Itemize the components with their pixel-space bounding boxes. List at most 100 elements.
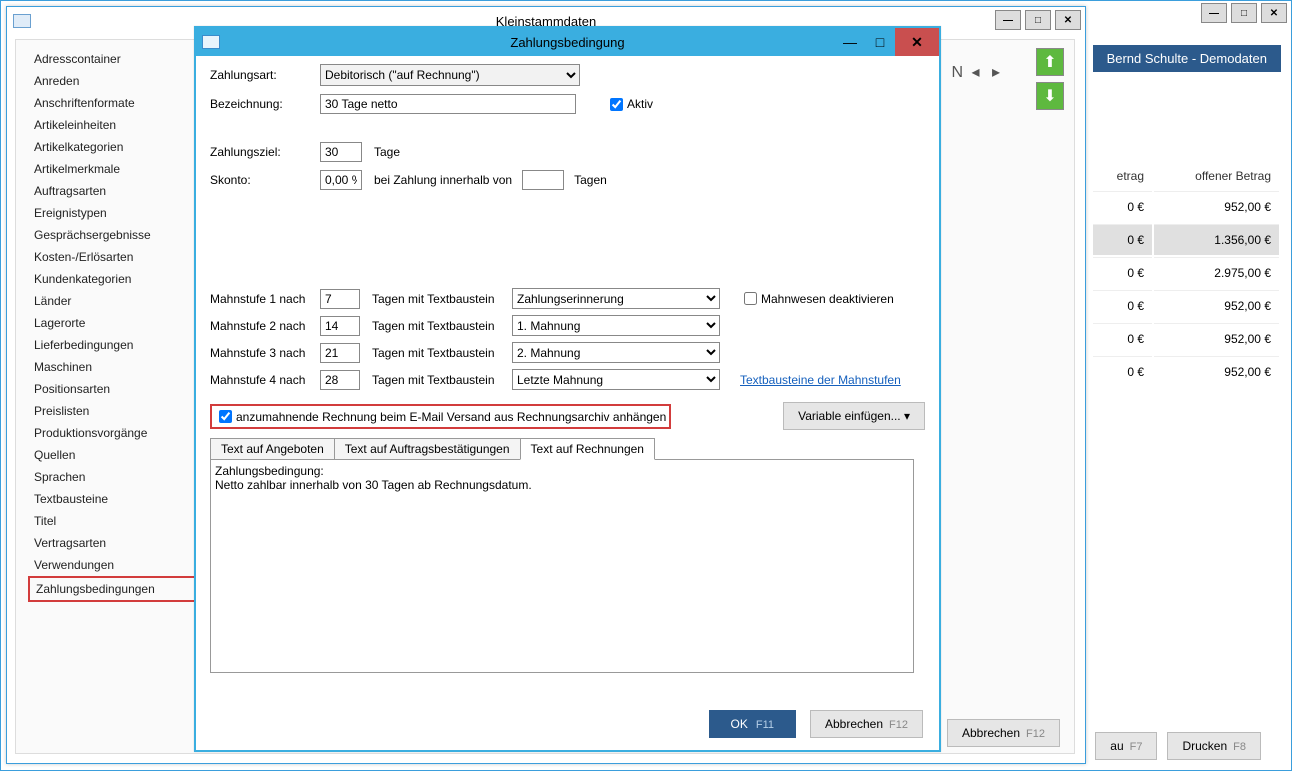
reorder-buttons: ⬆ ⬇ xyxy=(1036,48,1064,110)
textbausteine-link[interactable]: Textbausteine der Mahnstufen xyxy=(740,373,901,387)
print-button[interactable]: DruckenF8 xyxy=(1167,732,1261,760)
sidebar-item[interactable]: Anschriftenformate xyxy=(28,92,198,114)
table-row[interactable]: 0 €952,00 € xyxy=(1093,356,1279,387)
sidebar-item[interactable]: Produktionsvorgänge xyxy=(28,422,198,444)
sidebar-item[interactable]: Positionsarten xyxy=(28,378,198,400)
zahlungsart-select[interactable]: Debitorisch ("auf Rechnung") xyxy=(320,64,580,86)
table-row[interactable]: 0 €1.356,00 € xyxy=(1093,224,1279,255)
chevron-down-icon: ▾ xyxy=(904,409,910,423)
mahnstufe-days-input[interactable] xyxy=(320,316,360,336)
minimize-button[interactable]: — xyxy=(1201,3,1227,23)
maximize-button[interactable]: □ xyxy=(1231,3,1257,23)
nav-next-icon[interactable]: ▸ xyxy=(992,64,1000,81)
sidebar-item[interactable]: Auftragsarten xyxy=(28,180,198,202)
mahnstufe-days-input[interactable] xyxy=(320,343,360,363)
textbaustein-select[interactable]: Letzte Mahnung xyxy=(512,369,720,390)
sidebar-item[interactable]: Quellen xyxy=(28,444,198,466)
mahnstufe-label: Mahnstufe 3 nach xyxy=(210,346,320,360)
sidebar-item[interactable]: Adresscontainer xyxy=(28,48,198,70)
sidebar-item[interactable]: Preislisten xyxy=(28,400,198,422)
mahnstufe-label: Mahnstufe 4 nach xyxy=(210,373,320,387)
kl-minimize-button[interactable]: — xyxy=(995,10,1021,30)
sidebar-item[interactable]: Artikelkategorien xyxy=(28,136,198,158)
kl-maximize-button[interactable]: □ xyxy=(1025,10,1051,30)
tagen-mit-label: Tagen mit Textbaustein xyxy=(372,319,512,333)
cell-offener: 952,00 € xyxy=(1154,356,1279,387)
cell-etrag: 0 € xyxy=(1093,257,1152,288)
mahnstufe-row: Mahnstufe 1 nach Tagen mit TextbausteinZa… xyxy=(210,288,925,309)
record-nav: N ◂ ▸ xyxy=(951,62,1004,82)
skonto-days-input[interactable] xyxy=(522,170,564,190)
category-sidebar: AdresscontainerAnredenAnschriftenformate… xyxy=(28,48,198,602)
sidebar-item[interactable]: Kosten-/Erlösarten xyxy=(28,246,198,268)
n-indicator: N xyxy=(951,64,963,81)
textbaustein-select[interactable]: 2. Mahnung xyxy=(512,342,720,363)
bezeichnung-input[interactable] xyxy=(320,94,576,114)
zahlungsziel-input[interactable] xyxy=(320,142,362,162)
tagen-mit-label: Tagen mit Textbaustein xyxy=(372,292,512,306)
mahnstufe-label: Mahnstufe 1 nach xyxy=(210,292,320,306)
anhang-checkbox[interactable] xyxy=(219,410,232,423)
move-up-button[interactable]: ⬆ xyxy=(1036,48,1064,76)
customer-header: Bernd Schulte - Demodaten xyxy=(1093,45,1281,72)
textbaustein-select[interactable]: 1. Mahnung xyxy=(512,315,720,336)
back-footer-buttons: auF7 DruckenF8 xyxy=(1095,732,1261,760)
mahnstufe-row: Mahnstufe 3 nachTagen mit Textbaustein2.… xyxy=(210,342,925,363)
dlg-maximize-button[interactable]: □ xyxy=(865,28,895,56)
dialog-title: Zahlungsbedingung xyxy=(510,35,624,50)
sidebar-item[interactable]: Textbausteine xyxy=(28,488,198,510)
sidebar-item[interactable]: Ereignistypen xyxy=(28,202,198,224)
table-row[interactable]: 0 €952,00 € xyxy=(1093,191,1279,222)
cancel-button[interactable]: AbbrechenF12 xyxy=(810,710,923,738)
mahnwesen-deaktivieren-checkbox[interactable] xyxy=(744,292,757,305)
sidebar-item[interactable]: Verwendungen xyxy=(28,554,198,576)
table-row[interactable]: 0 €952,00 € xyxy=(1093,290,1279,321)
table-row[interactable]: 0 €2.975,00 € xyxy=(1093,257,1279,288)
invoice-table: etrag offener Betrag 0 €952,00 €0 €1.356… xyxy=(1091,161,1281,389)
table-row[interactable]: 0 €952,00 € xyxy=(1093,323,1279,354)
nav-prev-icon[interactable]: ◂ xyxy=(971,64,979,81)
cell-offener: 2.975,00 € xyxy=(1154,257,1279,288)
ok-button[interactable]: OKF11 xyxy=(709,710,796,738)
sidebar-item[interactable]: Lieferbedingungen xyxy=(28,334,198,356)
dlg-close-button[interactable]: ✕ xyxy=(895,28,939,56)
zahlungsbedingung-dialog: Zahlungsbedingung — □ ✕ Zahlungsart: Deb… xyxy=(194,26,941,752)
sidebar-item[interactable]: Vertragsarten xyxy=(28,532,198,554)
mahnstufe-days-input[interactable] xyxy=(320,370,360,390)
sidebar-item[interactable]: Artikeleinheiten xyxy=(28,114,198,136)
tagen-mit-label: Tagen mit Textbaustein xyxy=(372,373,512,387)
skonto-input[interactable] xyxy=(320,170,362,190)
kl-close-button[interactable]: ✕ xyxy=(1055,10,1081,30)
aktiv-checkbox[interactable] xyxy=(610,98,623,111)
dlg-minimize-button[interactable]: — xyxy=(835,28,865,56)
sidebar-item[interactable]: Sprachen xyxy=(28,466,198,488)
sidebar-item[interactable]: Anreden xyxy=(28,70,198,92)
text-tab[interactable]: Text auf Angeboten xyxy=(210,438,335,460)
sidebar-item[interactable]: Artikelmerkmale xyxy=(28,158,198,180)
cell-etrag: 0 € xyxy=(1093,290,1152,321)
text-tab[interactable]: Text auf Auftragsbestätigungen xyxy=(334,438,521,460)
sidebar-item[interactable]: Kundenkategorien xyxy=(28,268,198,290)
anhang-label: anzumahnende Rechnung beim E-Mail Versan… xyxy=(236,410,666,424)
col-offener-betrag: offener Betrag xyxy=(1154,163,1279,189)
sidebar-item[interactable]: Länder xyxy=(28,290,198,312)
sidebar-item[interactable]: Zahlungsbedingungen xyxy=(28,576,198,602)
cell-offener: 1.356,00 € xyxy=(1154,224,1279,255)
kl-cancel-button[interactable]: AbbrechenF12 xyxy=(947,719,1060,747)
sidebar-item[interactable]: Lagerorte xyxy=(28,312,198,334)
move-down-button[interactable]: ⬇ xyxy=(1036,82,1064,110)
col-etrag: etrag xyxy=(1093,163,1152,189)
sidebar-item[interactable]: Maschinen xyxy=(28,356,198,378)
cell-etrag: 0 € xyxy=(1093,356,1152,387)
sidebar-item[interactable]: Titel xyxy=(28,510,198,532)
mahnstufe-days-input[interactable] xyxy=(320,289,360,309)
text-tab[interactable]: Text auf Rechnungen xyxy=(520,438,655,460)
variable-einfuegen-button[interactable]: Variable einfügen... ▾ xyxy=(783,402,925,430)
text-tabstrip: Text auf AngebotenText auf Auftragsbestä… xyxy=(210,438,925,460)
text-content[interactable]: Zahlungsbedingung: Netto zahlbar innerha… xyxy=(210,459,914,673)
au-button[interactable]: auF7 xyxy=(1095,732,1157,760)
textbaustein-select[interactable]: Zahlungserinnerung xyxy=(512,288,720,309)
sidebar-item[interactable]: Gesprächsergebnisse xyxy=(28,224,198,246)
close-button[interactable]: ✕ xyxy=(1261,3,1287,23)
mahnstufe-label: Mahnstufe 2 nach xyxy=(210,319,320,333)
